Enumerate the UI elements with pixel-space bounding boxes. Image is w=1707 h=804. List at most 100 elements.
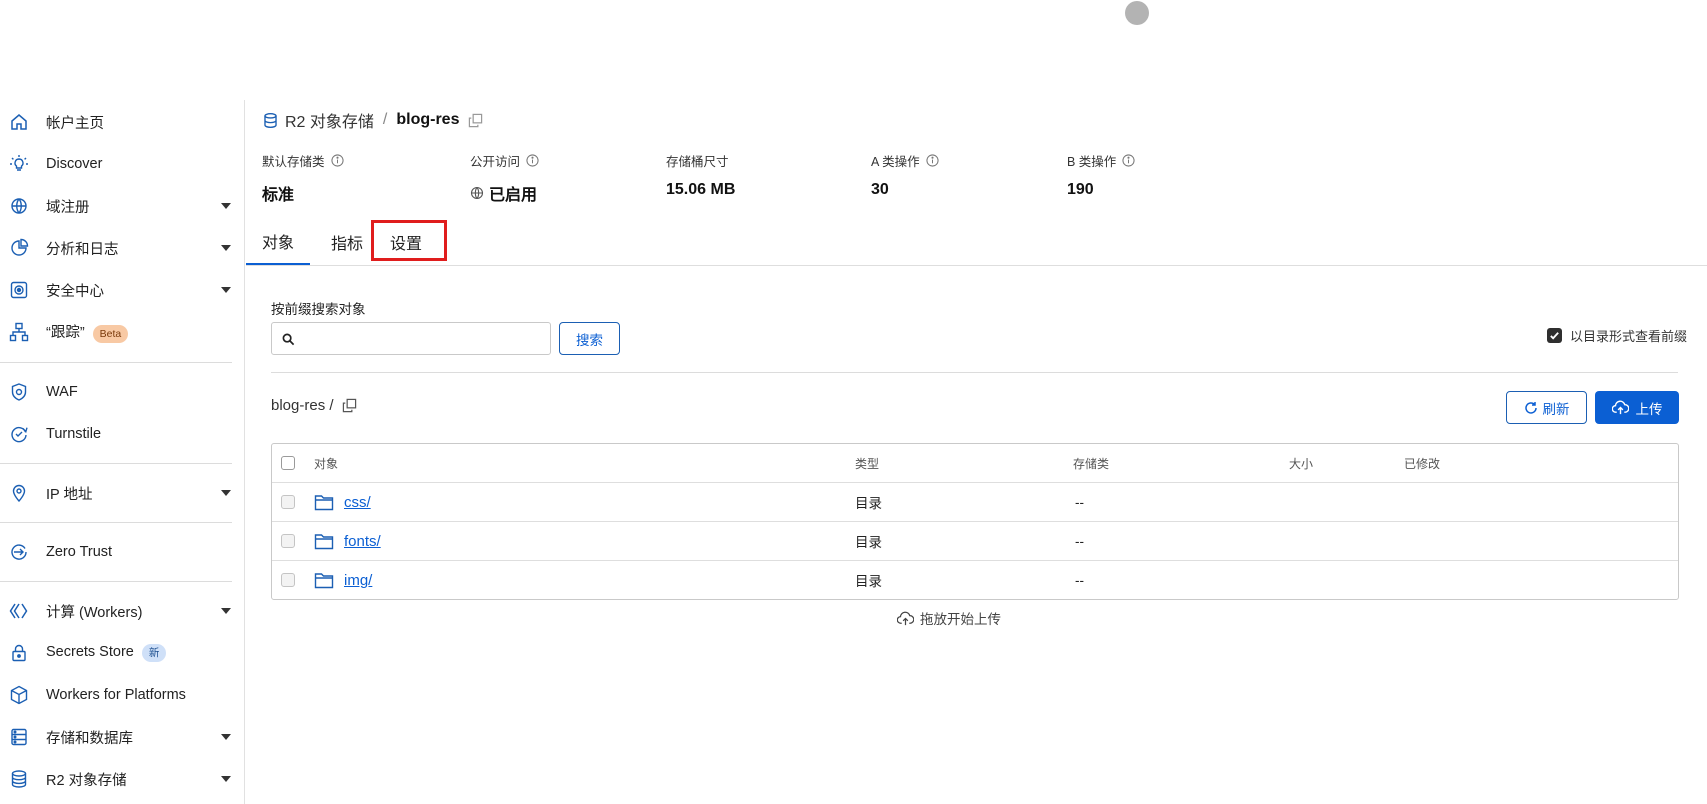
column-header-type[interactable]: 类型 [855,444,879,482]
folder-link[interactable]: img/ [344,572,372,589]
sidebar-item-secrets-store[interactable]: Secrets Store 新 [0,635,244,671]
row-checkbox[interactable] [281,495,295,509]
select-all-checkbox[interactable] [281,456,295,470]
section-divider [271,372,1678,373]
location-pin-icon [9,483,29,503]
sidebar-item-label: Discover [46,156,103,172]
sidebar-item-discover[interactable]: Discover [0,146,244,182]
sidebar-item-label: Zero Trust [46,544,113,560]
current-path: blog-res / [271,397,357,414]
checkbox-checked[interactable] [1547,328,1562,343]
sidebar-item-workers-for-platforms[interactable]: Workers for Platforms [0,677,244,713]
workers-icon [9,601,29,621]
chevron-down-icon [221,287,231,293]
zero-trust-icon [9,542,29,562]
home-icon [9,112,29,132]
info-icon[interactable] [1122,153,1135,167]
refresh-label: 刷新 [1542,401,1570,417]
lightbulb-icon [9,154,29,174]
avatar-dot [1125,1,1149,25]
sidebar-item-label: IP 地址 [46,486,93,503]
sidebar-item-label: 域注册 [46,199,90,216]
table-header-row: 对象 类型 存储类 大小 已修改 [272,444,1678,483]
sidebar-item-domain-registration[interactable]: 域注册 [0,188,244,224]
sidebar-item-waf[interactable]: WAF [0,374,244,410]
breadcrumb: R2 对象存储 / blog-res [262,108,483,132]
breadcrumb-parent-link[interactable]: R2 对象存储 [285,108,374,132]
sidebar-item-workers[interactable]: 计算 (Workers) [0,593,244,629]
breadcrumb-separator: / [382,111,388,128]
sidebar-item-security-center[interactable]: 安全中心 [0,272,244,308]
sidebar: 帐户主页 Discover 域注册 分析和日志 安全中心 “跟踪” Beta W… [0,100,245,804]
database-icon [9,727,29,747]
sidebar-item-label: WAF [46,384,78,400]
tab-settings[interactable]: 设置 [374,218,438,265]
chevron-down-icon [221,734,231,740]
sidebar-divider [0,522,232,523]
stat-label: A 类操作 [871,154,920,169]
beta-badge: Beta [92,325,129,343]
search-field [271,322,551,355]
stat-public-access: 公开访问 已启用 [470,152,539,205]
security-center-icon [9,280,29,300]
chevron-down-icon [221,203,231,209]
table-row: fonts/ 目录 -- [272,522,1678,561]
stat-default-storage-class: 默认存储类 标准 [262,152,344,205]
sidebar-item-account-home[interactable]: 帐户主页 [0,104,244,140]
drop-upload-hint[interactable]: 拖放开始上传 [897,608,1001,628]
sidebar-item-label: Workers for Platforms [46,687,186,703]
table-row: css/ 目录 -- [272,483,1678,522]
sidebar-item-analytics-logs[interactable]: 分析和日志 [0,230,244,266]
search-input[interactable] [302,328,546,352]
sidebar-item-trace[interactable]: “跟踪” Beta [0,314,244,350]
sidebar-item-zero-trust[interactable]: Zero Trust [0,534,244,570]
tab-objects[interactable]: 对象 [246,218,310,265]
stat-value: 30 [871,181,889,198]
cloud-upload-icon [897,610,920,627]
column-header-size[interactable]: 大小 [1289,444,1313,482]
column-header-storage-class[interactable]: 存储类 [1073,444,1109,482]
cloud-upload-icon [1611,399,1636,416]
folder-icon [314,494,334,511]
upload-label: 上传 [1635,401,1663,417]
sidebar-item-turnstile[interactable]: Turnstile [0,416,244,452]
sidebar-item-label: 安全中心 [46,283,104,300]
sidebar-item-label: R2 对象存储 [46,772,127,789]
column-header-object[interactable]: 对象 [314,444,338,482]
stat-label: 默认存储类 [262,154,325,169]
info-icon[interactable] [926,153,939,167]
cube-icon [9,685,29,705]
column-header-modified[interactable]: 已修改 [1404,444,1440,482]
search-button[interactable]: 搜索 [559,322,620,355]
new-badge: 新 [141,644,167,662]
sidebar-item-r2-storage[interactable]: R2 对象存储 [0,761,244,797]
sidebar-item-ip-addresses[interactable]: IP 地址 [0,475,244,511]
dir-view-toggle[interactable]: 以目录形式查看前缀 [1547,326,1687,345]
sidebar-item-label: 分析和日志 [46,241,119,258]
stat-class-a-operations: A 类操作 30 [871,152,939,199]
globe-icon [470,186,484,200]
stat-value: 190 [1067,181,1094,198]
type-cell: 目录 [855,535,882,550]
copy-icon[interactable] [468,113,483,128]
path-text: blog-res / [271,397,334,414]
sidebar-divider [0,362,232,363]
row-checkbox[interactable] [281,573,295,587]
folder-link[interactable]: fonts/ [344,533,381,550]
info-icon[interactable] [526,153,539,167]
page-title: blog-res [396,111,460,128]
sidebar-item-label: 帐户主页 [46,115,104,132]
row-checkbox[interactable] [281,534,295,548]
chevron-down-icon [221,490,231,496]
folder-link[interactable]: css/ [344,494,371,511]
stat-value: 15.06 MB [666,181,736,198]
sidebar-item-storage-databases[interactable]: 存储和数据库 [0,719,244,755]
table-row: img/ 目录 -- [272,561,1678,599]
sidebar-item-label: 存储和数据库 [46,730,133,747]
upload-button[interactable]: 上传 [1595,391,1679,424]
info-icon[interactable] [330,153,344,167]
tab-metrics[interactable]: 指标 [320,218,374,265]
copy-icon[interactable] [342,398,357,413]
refresh-button[interactable]: 刷新 [1506,391,1587,424]
storage-class-cell: -- [1075,533,1084,549]
